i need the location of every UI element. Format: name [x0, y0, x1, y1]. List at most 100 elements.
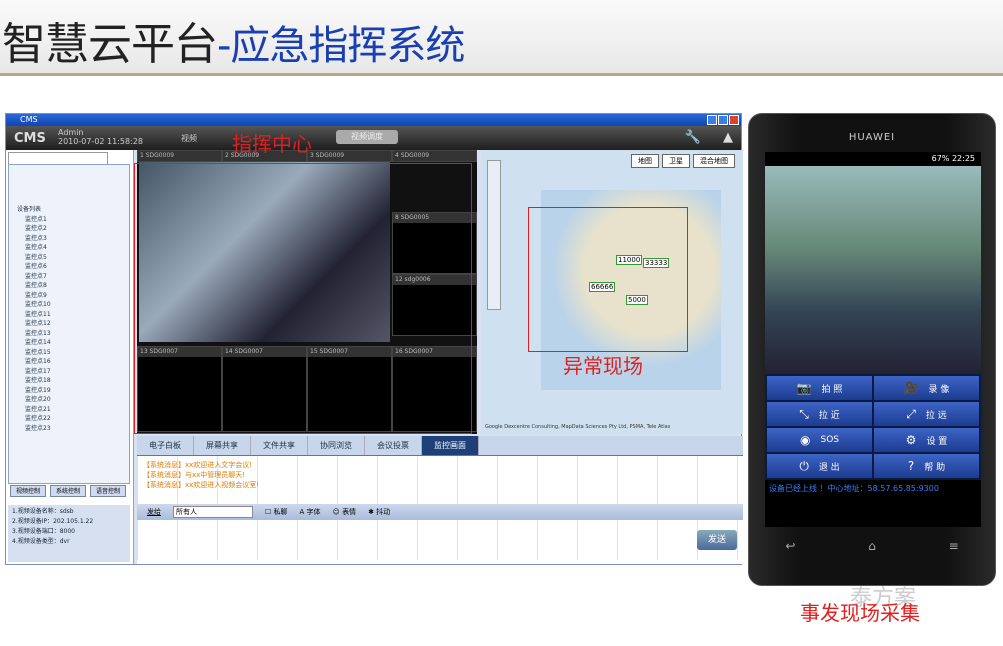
title-sub: -应急指挥系统	[217, 23, 465, 69]
nav-video[interactable]: 视频	[181, 133, 197, 144]
tab-1[interactable]: 屏幕共享	[194, 436, 251, 455]
tree-item[interactable]: 监控点23	[17, 424, 123, 434]
zoom-slider[interactable]	[487, 160, 501, 310]
phone-button[interactable]: ⏻ 退 出	[767, 454, 872, 478]
top-bar: CMS Admin 2010-07-02 11:58:28 视频 视频调度 🔧 ▲	[6, 126, 741, 150]
close-button[interactable]	[729, 115, 739, 125]
tab-0[interactable]: 电子白板	[137, 436, 194, 455]
message-input[interactable]: 发送	[137, 520, 743, 560]
tree-item[interactable]: 监控点8	[17, 281, 123, 291]
tree-item[interactable]: 监控点13	[17, 329, 123, 339]
info-line: 3.视频设备端口：8000	[12, 528, 75, 535]
command-center-label: 指挥中心	[232, 132, 312, 156]
tab-4[interactable]: 会议投票	[365, 436, 422, 455]
recipient-select[interactable]: 所有人	[173, 506, 253, 518]
maximize-button[interactable]	[718, 115, 728, 125]
tree-item[interactable]: 监控点1	[17, 215, 123, 225]
phone-button[interactable]: ⤡ 拉 近	[767, 402, 872, 426]
map-type-button[interactable]: 地图	[631, 154, 659, 168]
tree-item[interactable]: 监控点6	[17, 262, 123, 272]
map-type-button[interactable]: 混合地图	[693, 154, 735, 168]
font-button[interactable]: A 字体	[300, 507, 321, 517]
tree-item[interactable]: 监控点17	[17, 367, 123, 377]
cell-label: 1 SDG0009	[138, 151, 221, 161]
private-checkbox[interactable]: ☐ 私聊	[265, 507, 288, 517]
slide-header: 智慧云平台-应急指挥系统	[0, 0, 1003, 76]
video-cell[interactable]: 4 SDG0009	[392, 150, 477, 162]
phone-button-icon: 📷	[796, 381, 812, 395]
send-button[interactable]: 发送	[697, 530, 737, 550]
tree-item[interactable]: 监控点12	[17, 319, 123, 329]
font-label: 字体	[306, 508, 321, 516]
tree-item[interactable]: 监控点19	[17, 386, 123, 396]
emoji-button[interactable]: ☺ 表情	[333, 507, 357, 517]
info-line: 1.视频设备名称：sdsb	[12, 508, 74, 515]
tree-item[interactable]: 监控点4	[17, 243, 123, 253]
system-message: 【系统消息】xx欢迎进入文字会议!	[143, 461, 253, 469]
device-tree: 设备列表 监控点1 监控点2 监控点3 监控点4 监控点5 监控点6 监控点7 监控点8 监控点9…	[8, 164, 130, 484]
scene-highlight	[528, 207, 688, 352]
title-main: 智慧云平台	[2, 19, 218, 70]
tree-item[interactable]: 监控点15	[17, 348, 123, 358]
video-cell[interactable]: 3 SDG0009	[307, 150, 392, 162]
nav-key[interactable]: ⌂	[868, 539, 876, 553]
tab-2[interactable]: 文件共享	[251, 436, 308, 455]
tab-3[interactable]: 协同浏览	[308, 436, 365, 455]
tree-item[interactable]: 监控点14	[17, 338, 123, 348]
phone-button-icon: ⤡	[799, 406, 809, 421]
phone-button[interactable]: ? 帮 助	[874, 454, 979, 478]
tab-5[interactable]: 监控画面	[422, 436, 479, 455]
window-titlebar: CMS	[6, 114, 741, 126]
tree-item[interactable]: 监控点16	[17, 357, 123, 367]
tree-item[interactable]: 监控点11	[17, 310, 123, 320]
phone-button[interactable]: ⤢ 拉 远	[874, 402, 979, 426]
phone-button[interactable]: 📷 拍 照	[767, 376, 872, 400]
connection-status: 设备已经上线 ！中心地址：58.57.65.85:9300	[769, 484, 939, 493]
alert-icon[interactable]: ▲	[723, 130, 733, 145]
shake-button[interactable]: ✱ 抖动	[368, 507, 390, 517]
tree-item[interactable]: 监控点3	[17, 234, 123, 244]
phone-button-label: 录 像	[928, 384, 950, 395]
info-line: 2.视频设备IP：202.105.1.22	[12, 518, 94, 525]
left-button[interactable]: 语音控制	[90, 485, 126, 497]
phone-button-label: 帮 助	[924, 462, 946, 473]
wrench-icon[interactable]: 🔧	[685, 130, 701, 145]
phone-button-icon: ?	[907, 459, 915, 473]
left-button[interactable]: 系统控制	[50, 485, 86, 497]
emoji-label: 表情	[342, 508, 357, 516]
phone-button-label: 退 出	[818, 462, 840, 473]
cell-label: 4 SDG0009	[393, 151, 476, 161]
device-panel: 设备列表 监控点1 监控点2 监控点3 监控点4 监控点5 监控点6 监控点7 监控点8 监控点9…	[6, 150, 134, 564]
map-type-button[interactable]: 卫星	[662, 154, 690, 168]
phone-button[interactable]: ⚙ 设 置	[874, 428, 979, 452]
minimize-button[interactable]	[707, 115, 717, 125]
command-center-highlight	[134, 163, 472, 434]
shake-label: 抖动	[376, 508, 391, 516]
phone-button-label: 拍 照	[821, 384, 843, 395]
tree-item[interactable]: 监控点20	[17, 395, 123, 405]
nav-key[interactable]: ↩	[785, 539, 795, 553]
tree-item[interactable]: 监控点2	[17, 224, 123, 234]
video-cell[interactable]: 1 SDG0009	[137, 150, 222, 162]
send-to-label: 发给	[147, 508, 161, 516]
phone-button[interactable]: 🎥 录 像	[874, 376, 979, 400]
collab-panel: 电子白板 屏幕共享 文件共享 协同浏览 会议投票 监控画面 【系统消息】xx欢迎进入文字会…	[137, 436, 743, 564]
left-button[interactable]: 视频控制	[10, 485, 46, 497]
phone-button-label: 拉 远	[925, 410, 947, 421]
nav-key[interactable]: ≡	[949, 539, 959, 553]
scene-label: 异常现场	[563, 354, 643, 378]
tree-item[interactable]: 监控点9	[17, 291, 123, 301]
tree-item[interactable]: 监控点10	[17, 300, 123, 310]
battery: 67%	[931, 154, 950, 163]
capture-caption: 事发现场采集	[800, 601, 920, 625]
chat-toolbar: 发给 所有人 ☐ 私聊 A 字体 ☺ 表情 ✱ 抖动	[137, 504, 743, 520]
tree-item[interactable]: 设备列表	[17, 205, 123, 215]
phone-brand: HUAWEI	[848, 132, 896, 143]
phone-button[interactable]: ◉ SOS	[767, 428, 872, 452]
tree-item[interactable]: 监控点7	[17, 272, 123, 282]
nav-dispatch[interactable]: 视频调度	[336, 130, 398, 144]
tree-item[interactable]: 监控点22	[17, 414, 123, 424]
tree-item[interactable]: 监控点5	[17, 253, 123, 263]
tree-item[interactable]: 监控点21	[17, 405, 123, 415]
tree-item[interactable]: 监控点18	[17, 376, 123, 386]
